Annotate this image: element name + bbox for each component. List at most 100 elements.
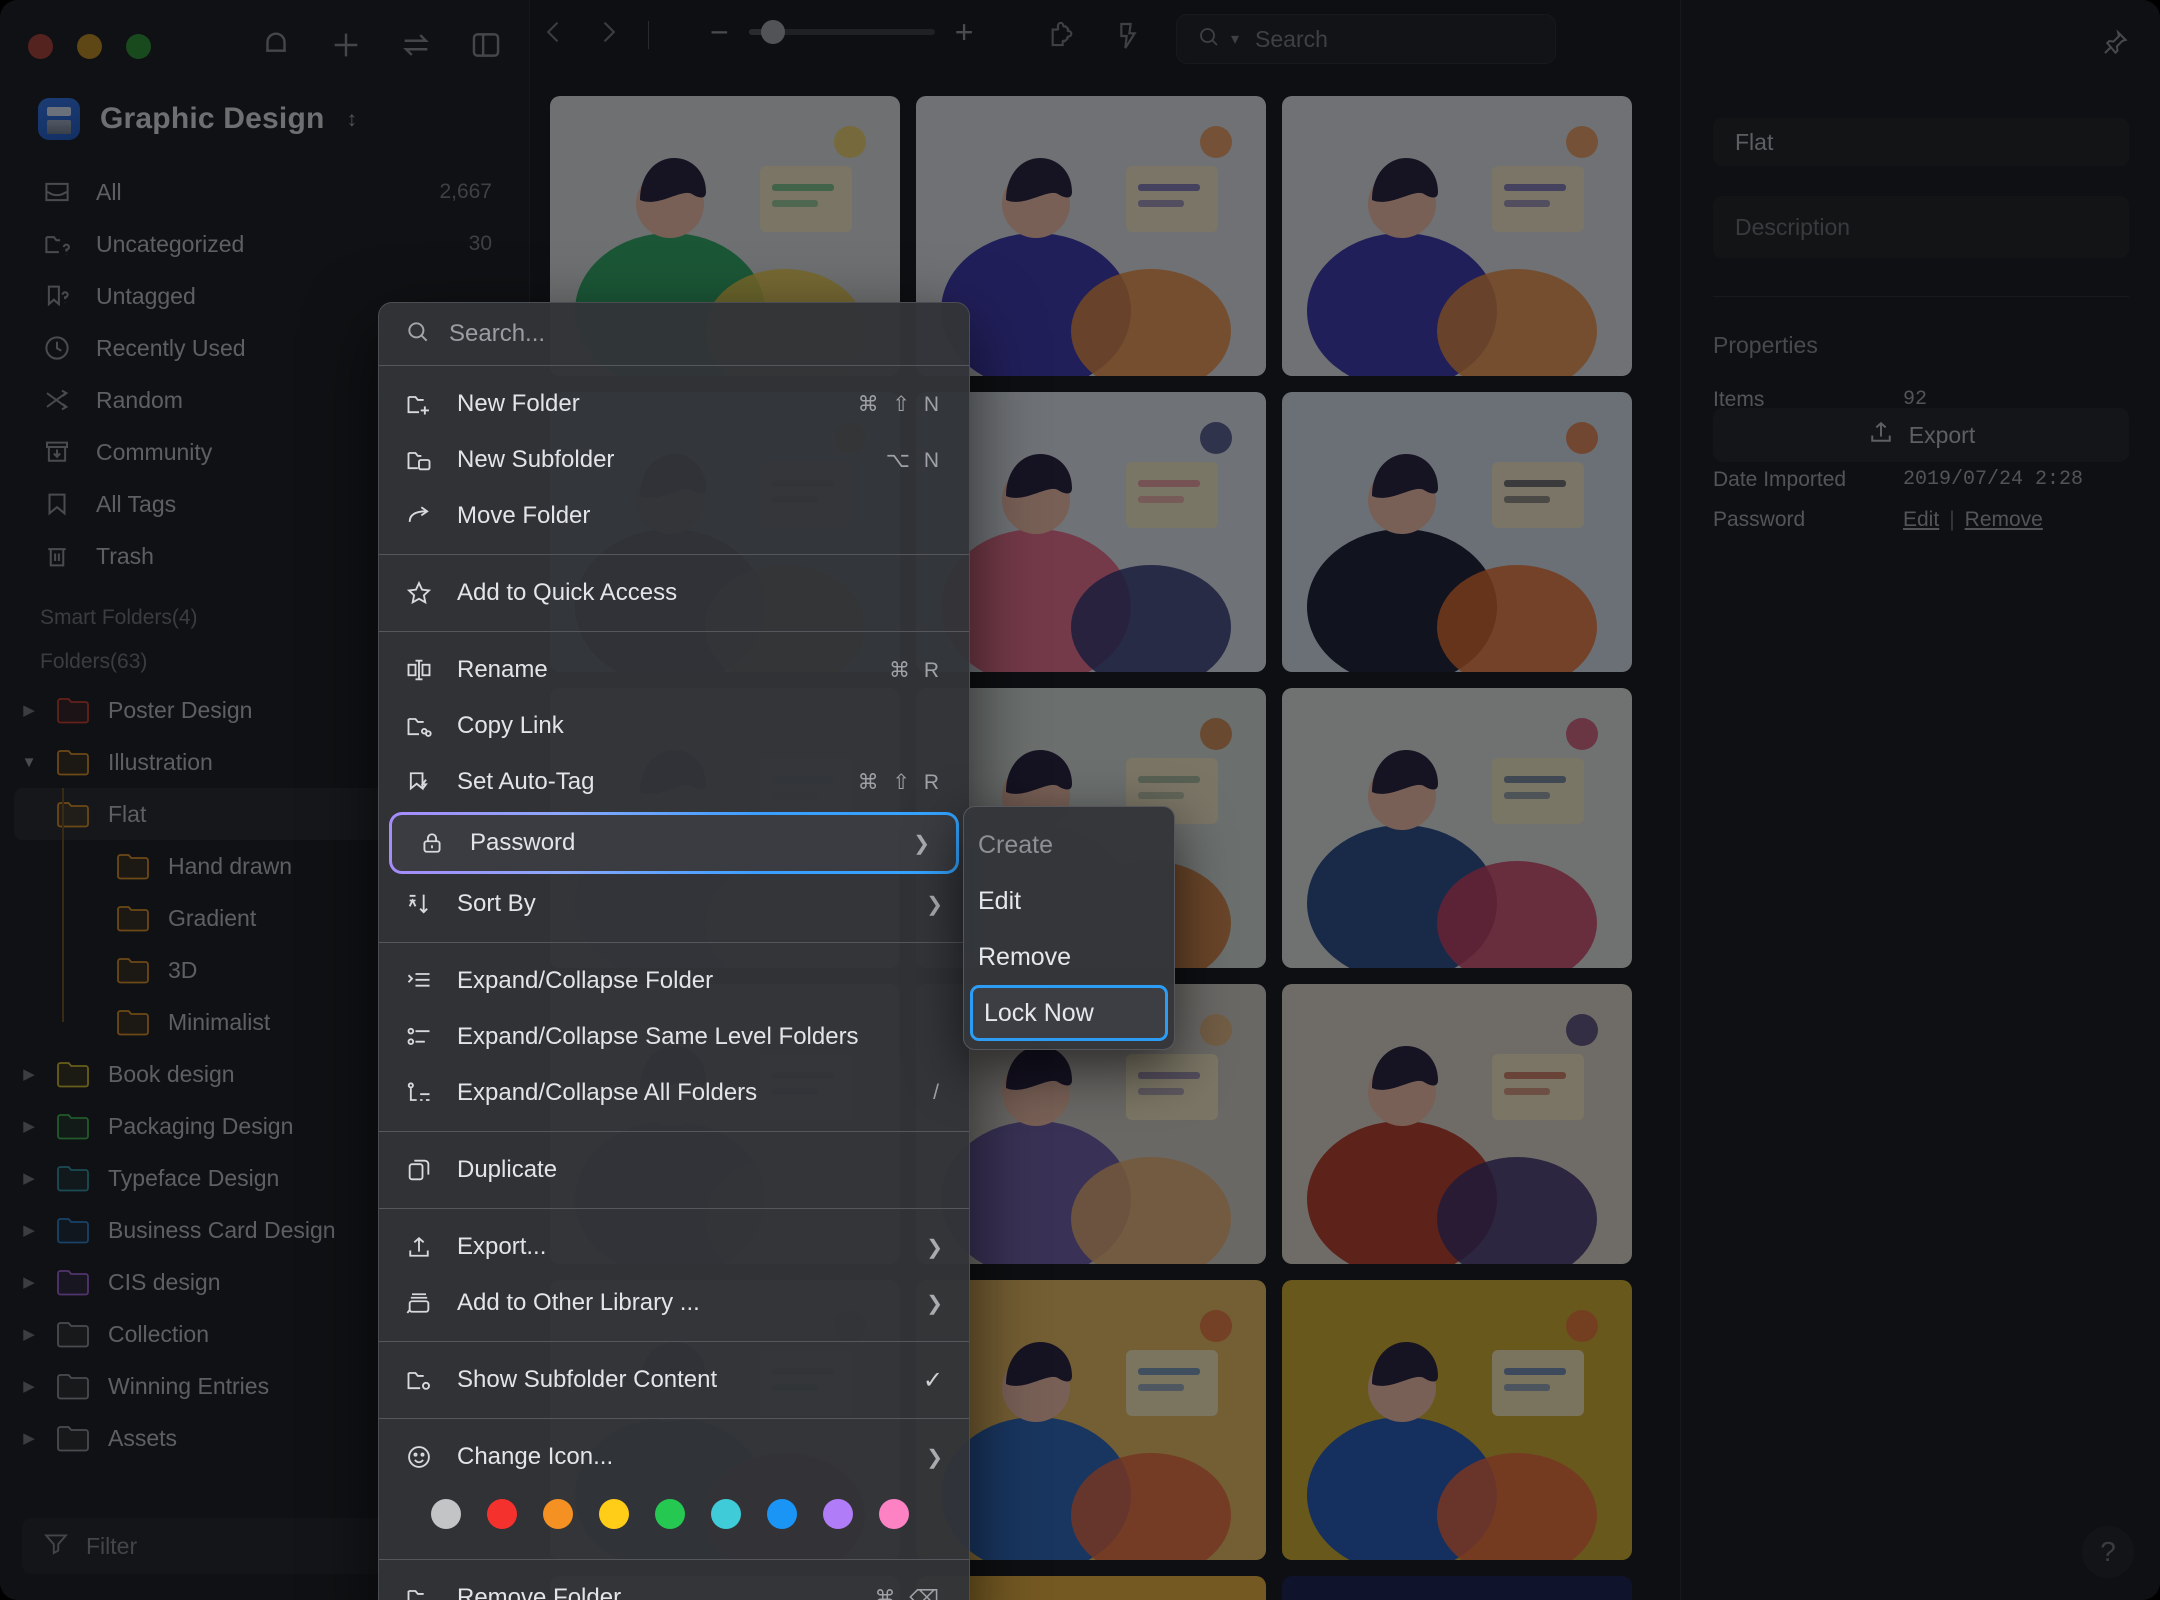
menu-item-shortcut: ⌘ R xyxy=(889,658,943,682)
folder-context-menu: Search... New Folder ⌘ ⇧ N New Subfolder ⌥ … xyxy=(378,302,970,1600)
menu-item-expand-collapse-same-level-folders[interactable]: Expand/Collapse Same Level Folders xyxy=(379,1009,969,1065)
context-menu-body: New Folder ⌘ ⇧ N New Subfolder ⌥ N Move Fold… xyxy=(379,366,969,1600)
app-window: Graphic Design ↕ All 2,667 Uncategorized… xyxy=(0,0,2160,1600)
menu-item-label: Expand/Collapse All Folders xyxy=(457,1079,758,1106)
menu-item-label: Set Auto-Tag xyxy=(457,768,595,795)
color-swatch-2[interactable] xyxy=(543,1499,573,1529)
menu-group: Change Icon... ❯ xyxy=(379,1419,969,1559)
color-swatch-1[interactable] xyxy=(487,1499,517,1529)
menu-item-label: New Folder xyxy=(457,390,580,417)
menu-group: New Folder ⌘ ⇧ N New Subfolder ⌥ N Move Fold… xyxy=(379,366,969,554)
color-swatch-8[interactable] xyxy=(879,1499,909,1529)
smiley-icon xyxy=(405,1443,435,1471)
submenu-item-remove[interactable]: Remove xyxy=(964,929,1174,985)
modal-scrim[interactable] xyxy=(0,0,2160,1600)
menu-item-show-subfolder-content[interactable]: Show Subfolder Content ✓ xyxy=(379,1352,969,1408)
expand-all-icon xyxy=(405,1079,435,1107)
menu-item-highlight-ring: Password ❯ xyxy=(389,812,959,874)
menu-item-label: Sort By xyxy=(457,890,536,917)
lock-icon xyxy=(418,829,448,857)
color-swatch-0[interactable] xyxy=(431,1499,461,1529)
menu-item-label: Show Subfolder Content xyxy=(457,1366,718,1393)
menu-item-move-folder[interactable]: Move Folder xyxy=(379,488,969,544)
menu-item-label: Duplicate xyxy=(457,1156,558,1183)
menu-group: Duplicate xyxy=(379,1132,969,1208)
menu-item-export[interactable]: Export... ❯ xyxy=(379,1219,969,1275)
menu-item-shortcut: ⌘ ⇧ R xyxy=(857,770,943,794)
menu-item-label: Export... xyxy=(457,1233,547,1260)
folder-plus-icon xyxy=(405,390,435,418)
export-icon xyxy=(405,1233,435,1261)
menu-item-rename[interactable]: Rename ⌘ R xyxy=(379,642,969,698)
color-swatch-7[interactable] xyxy=(823,1499,853,1529)
chevron-right-icon: ❯ xyxy=(926,1292,943,1315)
autotag-icon xyxy=(405,768,435,796)
menu-item-label: Add to Quick Access xyxy=(457,579,678,606)
folder-color-swatches xyxy=(379,1485,969,1549)
submenu-item-label: Create xyxy=(978,830,1054,859)
menu-item-shortcut: ⌘ ⇧ N xyxy=(857,392,943,416)
color-swatch-3[interactable] xyxy=(599,1499,629,1529)
chevron-right-icon: ❯ xyxy=(926,893,943,916)
sort-az-icon xyxy=(405,890,435,918)
chevron-right-icon: ❯ xyxy=(926,1236,943,1259)
password-submenu: Create Edit Remove Lock Now xyxy=(963,806,1175,1050)
menu-item-add-to-other-library[interactable]: Add to Other Library ... ❯ xyxy=(379,1275,969,1331)
submenu-item-label: Remove xyxy=(978,942,1072,971)
submenu-item-label: Edit xyxy=(978,886,1022,915)
menu-item-label: New Subfolder xyxy=(457,446,615,473)
menu-item-change-icon[interactable]: Change Icon... ❯ xyxy=(379,1429,969,1485)
submenu-item-edit[interactable]: Edit xyxy=(964,873,1174,929)
menu-item-label: Expand/Collapse Folder xyxy=(457,967,714,994)
menu-item-label: Copy Link xyxy=(457,712,564,739)
arrow-move-icon xyxy=(405,502,435,530)
chevron-right-icon: ❯ xyxy=(926,1446,943,1469)
menu-item-duplicate[interactable]: Duplicate xyxy=(379,1142,969,1198)
star-icon xyxy=(405,579,435,607)
menu-item-set-auto-tag[interactable]: Set Auto-Tag ⌘ ⇧ R xyxy=(379,754,969,810)
color-swatch-4[interactable] xyxy=(655,1499,685,1529)
menu-item-new-folder[interactable]: New Folder ⌘ ⇧ N xyxy=(379,376,969,432)
menu-group: Rename ⌘ R Copy Link Set Auto-Tag ⌘ ⇧ R Passw… xyxy=(379,632,969,942)
chevron-right-icon: ❯ xyxy=(913,832,930,855)
color-swatch-5[interactable] xyxy=(711,1499,741,1529)
duplicate-icon xyxy=(405,1156,435,1184)
menu-group: Expand/Collapse Folder Expand/Collapse Sa… xyxy=(379,943,969,1131)
menu-item-sort-by[interactable]: Sort By ❯ xyxy=(379,876,969,932)
menu-item-label: Move Folder xyxy=(457,502,591,529)
menu-item-shortcut: / xyxy=(933,1081,943,1104)
expand-folder-icon xyxy=(405,967,435,995)
expand-same-level-icon xyxy=(405,1023,435,1051)
library-add-icon xyxy=(405,1289,435,1317)
menu-item-label: Add to Other Library ... xyxy=(457,1289,700,1316)
menu-group: Add to Quick Access xyxy=(379,555,969,631)
menu-group: Remove Folder ⌘ ⌫ xyxy=(379,1560,969,1600)
link-folder-icon xyxy=(405,712,435,740)
menu-item-shortcut: ⌘ ⌫ xyxy=(874,1586,943,1600)
menu-item-expand-collapse-folder[interactable]: Expand/Collapse Folder xyxy=(379,953,969,1009)
menu-group: Show Subfolder Content ✓ xyxy=(379,1342,969,1418)
menu-item-shortcut: ⌥ N xyxy=(885,448,943,472)
search-icon xyxy=(405,319,431,350)
menu-item-add-to-quick-access[interactable]: Add to Quick Access xyxy=(379,565,969,621)
menu-item-label: Rename xyxy=(457,656,548,683)
submenu-item-lock-now[interactable]: Lock Now xyxy=(970,985,1168,1041)
menu-item-label: Remove Folder xyxy=(457,1584,622,1600)
menu-item-remove-folder[interactable]: Remove Folder ⌘ ⌫ xyxy=(379,1570,969,1600)
menu-item-copy-link[interactable]: Copy Link xyxy=(379,698,969,754)
subfolder-content-icon xyxy=(405,1366,435,1394)
submenu-item-label: Lock Now xyxy=(984,998,1094,1027)
menu-item-label: Expand/Collapse Same Level Folders xyxy=(457,1023,859,1050)
rename-icon xyxy=(405,656,435,684)
folder-x-icon xyxy=(405,1584,435,1600)
submenu-item-create: Create xyxy=(964,817,1174,873)
color-swatch-6[interactable] xyxy=(767,1499,797,1529)
context-menu-search-input[interactable]: Search... xyxy=(379,303,969,365)
menu-item-new-subfolder[interactable]: New Subfolder ⌥ N xyxy=(379,432,969,488)
menu-item-password[interactable]: Password ❯ xyxy=(392,815,956,871)
menu-item-label: Password xyxy=(470,829,576,856)
menu-item-expand-collapse-all-folders[interactable]: Expand/Collapse All Folders / xyxy=(379,1065,969,1121)
check-icon: ✓ xyxy=(922,1366,943,1394)
menu-group: Export... ❯ Add to Other Library ... ❯ xyxy=(379,1209,969,1341)
menu-item-label: Change Icon... xyxy=(457,1443,614,1470)
